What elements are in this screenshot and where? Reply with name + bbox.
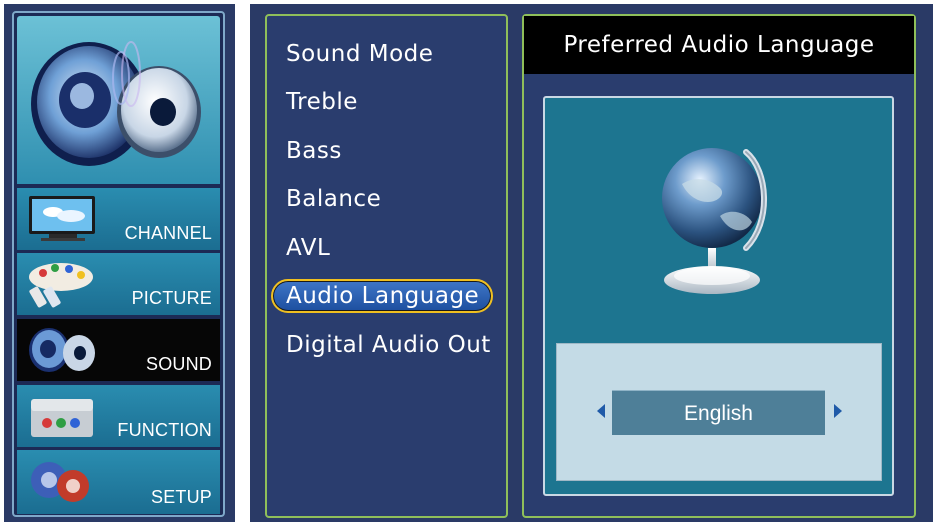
globe-icon (662, 148, 767, 294)
menu-item-treble[interactable]: Treble (286, 85, 358, 119)
menu-item-balance[interactable]: Balance (286, 182, 381, 216)
menu-item-audio-language[interactable]: Audio Language (271, 279, 494, 313)
hero-image (17, 16, 220, 184)
menu-item-bass[interactable]: Bass (286, 134, 342, 168)
category-setup[interactable]: SETUP (17, 450, 220, 514)
gears-icon (31, 462, 89, 502)
language-value[interactable]: English (612, 390, 825, 435)
category-label: SOUND (145, 354, 212, 374)
category-picture[interactable]: PICTURE (17, 253, 220, 315)
menu-item-digital-audio-out[interactable]: Digital Audio Out (286, 328, 491, 362)
chevron-right-icon[interactable] (834, 404, 842, 418)
paint-palette-icon (29, 263, 93, 308)
category-label: PICTURE (131, 288, 212, 308)
tv-icon (29, 196, 95, 241)
detail-title: Preferred Audio Language (563, 32, 875, 58)
speaker-icon (31, 41, 201, 166)
category-function[interactable]: FUNCTION (17, 385, 220, 447)
menu-item-avl[interactable]: AVL (286, 231, 330, 265)
tv-osd-screen: CHANNEL PICTURE SOUND FUNCTION SETUP Sou… (0, 0, 933, 526)
globe-illustration (654, 136, 778, 306)
category-label: CHANNEL (124, 223, 212, 243)
chevron-left-icon[interactable] (597, 404, 605, 418)
menu-item-sound-mode[interactable]: Sound Mode (286, 37, 433, 71)
toolbox-icon (31, 399, 93, 437)
category-channel[interactable]: CHANNEL (17, 188, 220, 250)
category-label: SETUP (150, 487, 212, 507)
speaker-icon (29, 328, 95, 372)
category-label: FUNCTION (117, 420, 212, 440)
category-sound[interactable]: SOUND (17, 319, 220, 381)
